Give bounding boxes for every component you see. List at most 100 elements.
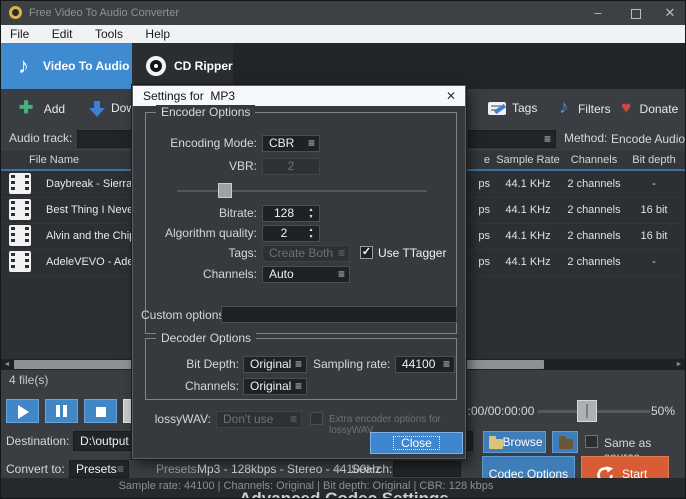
convert-to-dropdown[interactable]: Presets ≡ — [69, 460, 129, 478]
spinner-arrows-icon[interactable]: ▲ ▼ — [304, 207, 318, 220]
menu-file[interactable]: File — [1, 25, 38, 43]
caption-advanced-codec-settings: Advanced Codec Settings — [239, 489, 449, 499]
window-title: Free Video To Audio Converter — [29, 7, 180, 19]
audio-track-label: Audio track: — [9, 131, 73, 145]
bit-depth-dropdown[interactable]: Original ≡ — [243, 356, 307, 373]
destination-label: Destination: — [6, 434, 70, 448]
bitrate-spinner[interactable]: 128 ▲ ▼ — [262, 205, 320, 222]
tags-label: Tags: — [228, 246, 257, 260]
vbr-label: VBR: — [228, 159, 257, 173]
scroll-right-icon[interactable]: ► — [673, 359, 685, 370]
algorithm-quality-spinner[interactable]: 2 ▲ ▼ — [262, 225, 320, 242]
filters-button[interactable]: ♪ Filters — [559, 89, 611, 127]
close-button[interactable]: ✕ — [655, 1, 685, 25]
decoder-options-legend: Decoder Options — [156, 331, 257, 345]
menu-help[interactable]: Help — [136, 25, 179, 43]
add-button[interactable]: ✚ Add — [19, 89, 65, 127]
video-file-icon — [9, 225, 31, 246]
lossywav-burger-icon: ≡ — [289, 412, 297, 426]
dialog-title-bar[interactable]: Settings for MP3 ✕ — [133, 86, 465, 106]
download-arrow-icon — [89, 101, 105, 117]
tags-dropdown: Create Both ≡ — [262, 245, 350, 262]
close-dialog-button[interactable]: Close — [370, 432, 463, 454]
video-file-icon — [9, 173, 31, 194]
vbr-slider[interactable] — [177, 190, 427, 192]
plus-icon: ✚ — [19, 98, 34, 117]
stop-icon — [96, 407, 106, 417]
filters-note-icon: ♪ — [559, 97, 569, 118]
pause-button[interactable] — [45, 399, 78, 423]
vbr-slider-handle[interactable] — [218, 183, 232, 198]
encoding-mode-label: Encoding Mode: — [170, 136, 257, 150]
presets-burger-icon[interactable]: ≡ — [334, 462, 341, 476]
encoding-mode-dropdown[interactable]: CBR ≡ — [262, 135, 320, 152]
dec-channels-dropdown[interactable]: Original ≡ — [243, 378, 307, 395]
minimize-button[interactable]: – — [583, 1, 613, 25]
tab-cd-ripper[interactable]: CD Ripper — [132, 43, 233, 89]
presets-label: Presets: — [156, 462, 201, 476]
tab-bar: ♪ Video To Audio CD Ripper — [1, 43, 685, 89]
same-as-source-checkbox[interactable] — [585, 435, 598, 448]
menu-bar: File Edit Tools Help — [1, 25, 685, 43]
lossywav-extra-checkbox — [310, 412, 323, 425]
use-ttagger-label: Use TTagger — [378, 246, 447, 260]
search-label: Search: — [351, 462, 393, 476]
lossywav-label: lossyWAV: — [154, 412, 211, 426]
channels-burger-icon: ≡ — [337, 267, 345, 281]
method-dropdown[interactable]: Encode Audio ≡ — [611, 131, 685, 162]
search-input[interactable] — [393, 461, 461, 477]
column-file-name[interactable]: File Name — [29, 151, 79, 169]
sampling-rate-burger-icon: ≡ — [442, 357, 450, 371]
column-sample-rate[interactable]: Sample Rate — [491, 151, 565, 169]
convert-burger-icon: ≡ — [116, 462, 124, 476]
use-ttagger-checkbox[interactable]: ✓ — [360, 246, 373, 259]
file-count: 4 file(s) — [9, 373, 49, 387]
convert-to-label: Convert to: — [6, 462, 65, 476]
open-folder-button[interactable] — [552, 431, 578, 453]
filter-dropdown[interactable]: ≡ — [468, 130, 556, 148]
lossywav-dropdown: Don't use ≡ — [216, 411, 302, 428]
menu-tools[interactable]: Tools — [86, 25, 132, 43]
maximize-icon — [631, 9, 641, 19]
scroll-left-icon[interactable]: ◄ — [1, 359, 13, 370]
stop-button[interactable] — [84, 399, 117, 423]
cd-icon — [146, 56, 166, 76]
music-note-icon: ♪ — [18, 53, 29, 78]
sampling-rate-dropdown[interactable]: 44100 ≡ — [395, 356, 455, 373]
tab-video-to-audio[interactable]: ♪ Video To Audio — [1, 43, 132, 89]
video-file-icon — [9, 199, 31, 220]
tags-burger-icon: ≡ — [337, 246, 345, 260]
app-icon — [9, 6, 22, 19]
dialog-close-icon[interactable]: ✕ — [437, 86, 465, 106]
dec-channels-label: Channels: — [184, 379, 239, 393]
play-icon — [18, 405, 29, 419]
channels-dropdown[interactable]: Auto ≡ — [262, 266, 350, 283]
app-window: Free Video To Audio Converter – ✕ File E… — [0, 0, 686, 499]
spinner-arrows-icon[interactable]: ▲ ▼ — [304, 227, 318, 240]
volume-slider-handle[interactable] — [577, 400, 597, 422]
bit-depth-burger-icon: ≡ — [294, 357, 302, 371]
dropdown-burger-icon: ≡ — [543, 132, 551, 146]
menu-edit[interactable]: Edit — [43, 25, 82, 43]
video-file-icon — [9, 251, 31, 272]
vbr-input: 2 — [262, 158, 320, 175]
time-display: 0:00/00:00:00 — [461, 404, 535, 418]
sampling-rate-label: Sampling rate: — [313, 357, 391, 371]
column-bit-depth[interactable]: Bit depth — [623, 151, 685, 169]
column-channels[interactable]: Channels — [557, 151, 631, 169]
title-bar[interactable]: Free Video To Audio Converter – ✕ — [1, 1, 685, 25]
donate-button[interactable]: ♥ Donate — [621, 89, 678, 127]
custom-options-input[interactable] — [221, 306, 457, 323]
folder-icon — [489, 436, 503, 449]
custom-options-label: Custom options: — [141, 308, 228, 322]
dec-channels-burger-icon: ≡ — [294, 379, 302, 393]
dialog-title: Settings for MP3 — [143, 89, 236, 103]
pause-icon — [56, 405, 67, 417]
encoding-burger-icon: ≡ — [307, 136, 315, 150]
encoder-options-legend: Encoder Options — [156, 105, 256, 119]
settings-dialog: Settings for MP3 ✕ Encoder Options Encod… — [132, 85, 466, 459]
play-button[interactable] — [6, 399, 39, 423]
volume-percent: 50% — [651, 404, 676, 418]
browse-button[interactable]: Browse — [483, 431, 546, 453]
maximize-button[interactable] — [621, 1, 651, 25]
